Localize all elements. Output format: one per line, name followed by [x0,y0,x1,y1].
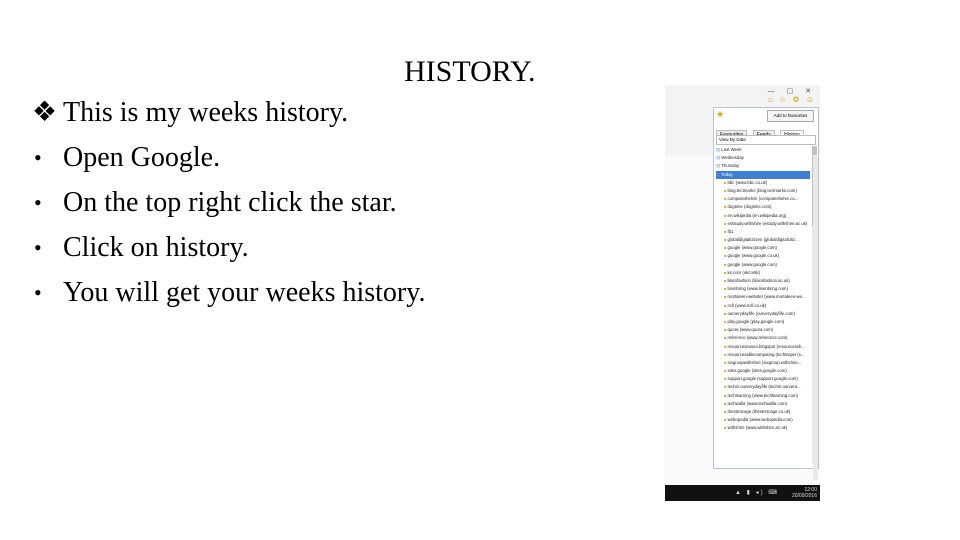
history-site-item[interactable]: lilacsfashion (lilacsfashion.ac.uk) [716,277,810,285]
diamond-bullet-icon: ❖ [32,97,58,128]
intro-text: This is my weeks history. [63,97,349,128]
history-site-item[interactable]: dogtime (dogtime.com) [716,203,810,211]
taskbar: ▲ ▮ ◂) ⌨ 12:00 20/09/2016 [665,485,820,501]
history-site-item[interactable]: webopedia (www.webopedia.com) [716,416,810,424]
history-site-item[interactable]: techlearning (www.techlearning.com) [716,392,810,400]
history-site-item[interactable]: mortaleen-webster (www.mortaleen-we... [716,293,810,301]
add-to-favourites-button[interactable]: Add to favourites [767,110,814,122]
bullet-dot-icon: • [34,145,42,170]
bullet-dot-icon: • [34,190,42,215]
history-site-item[interactable]: resourcesesseo.blogspot (resourcessb... [716,343,810,351]
history-site-item[interactable]: play.google (play.google.com) [716,318,810,326]
history-screenshot: — ▢ ✕ ⌂ ☆ ⚙ ☺ ★ Add to favourites Favour… [665,85,820,501]
history-site-item[interactable]: blog.tectmarks (blog.tectmarks.com) [716,187,810,195]
step-item: • On the top right click the star. [32,185,425,230]
history-site-item[interactable]: bbc (www.bbc.co.uk) [716,179,810,187]
history-site-item[interactable]: techin.ourverydayfife (techin.ourvera... [716,383,810,391]
history-site-item[interactable]: lisenbring (www.lisenbring.com) [716,285,810,293]
history-site-item[interactable]: ks.com (ukcontk) [716,269,810,277]
toolbar-icons[interactable]: ⌂ ☆ ⚙ ☺ [768,95,816,104]
history-site-item[interactable]: fb1 [716,228,810,236]
history-site-item[interactable]: globaldigitalcitizen (globaldigitalcitiz… [716,236,810,244]
star-icon[interactable]: ★ [716,109,724,120]
step-text: Click on history. [63,232,249,263]
history-site-item[interactable]: support.google (support.google.com) [716,375,810,383]
slide-title: HISTORY. [404,55,536,88]
history-site-item[interactable]: google (www.google.com) [716,244,810,252]
history-site-item[interactable]: sixgroupwithshire (sixgroup.withshire... [716,359,810,367]
history-site-item[interactable]: reference (www.reference.com) [716,334,810,342]
history-site-item[interactable]: google (www.google.co.uk) [716,252,810,260]
history-list: Last WeekWednesdayThursdayTodaybbc (www.… [716,146,810,433]
window-controls[interactable]: — ▢ ✕ [768,87,816,95]
bullet-list: ❖ This is my weeks history. • Open Googl… [32,95,425,320]
intro-item: ❖ This is my weeks history. [32,95,425,140]
history-site-item[interactable]: thestretcage (thestretcage.co.uk) [716,408,810,416]
history-site-item[interactable]: en.wikipedia (en.wikipedia.org) [716,212,810,220]
page-scrollbar[interactable] [813,155,818,480]
history-folder[interactable]: Last Week [716,146,810,154]
history-site-item[interactable]: quora (www.quora.com) [716,326,810,334]
history-site-item[interactable]: ncll (www.ncll.co.uk) [716,302,810,310]
favourites-panel: ★ Add to favourites Favourites Feeds His… [713,107,819,469]
taskbar-clock[interactable]: 12:00 20/09/2016 [792,487,817,499]
step-text: You will get your weeks history. [63,277,426,308]
bullet-dot-icon: • [34,280,42,305]
history-folder[interactable]: Today [716,170,810,179]
history-folder[interactable]: Wednesday [716,154,810,162]
step-text: On the top right click the star. [63,187,397,218]
step-item: • You will get your weeks history. [32,275,425,320]
history-site-item[interactable]: techwalla (www.techwalla.com) [716,400,810,408]
step-item: • Click on history. [32,230,425,275]
tray-icons[interactable]: ▲ ▮ ◂) ⌨ [735,489,779,496]
panel-tabs: Favourites Feeds History [716,123,805,140]
step-item: • Open Google. [32,140,425,185]
history-site-item[interactable]: computeshelvin (computeshelve.co... [716,195,810,203]
step-text: Open Google. [63,142,221,173]
history-site-item[interactable]: resourcesablecomputing (techtarget (s... [716,351,810,359]
history-site-item[interactable]: withshire (www.withshire.ac.uk) [716,424,810,432]
history-site-item[interactable]: ourverydayfife (ourverydayfife.com) [716,310,810,318]
view-by-select[interactable]: View By Date [716,135,816,145]
history-folder[interactable]: Thursday [716,162,810,170]
history-site-item[interactable]: eststudy.withshire (estudy.withshire.ac.… [716,220,810,228]
clock-date: 20/09/2016 [791,493,817,499]
bullet-dot-icon: • [34,235,42,260]
history-site-item[interactable]: sites.google (sites.google.com) [716,367,810,375]
history-site-item[interactable]: google (www.google.com) [716,261,810,269]
